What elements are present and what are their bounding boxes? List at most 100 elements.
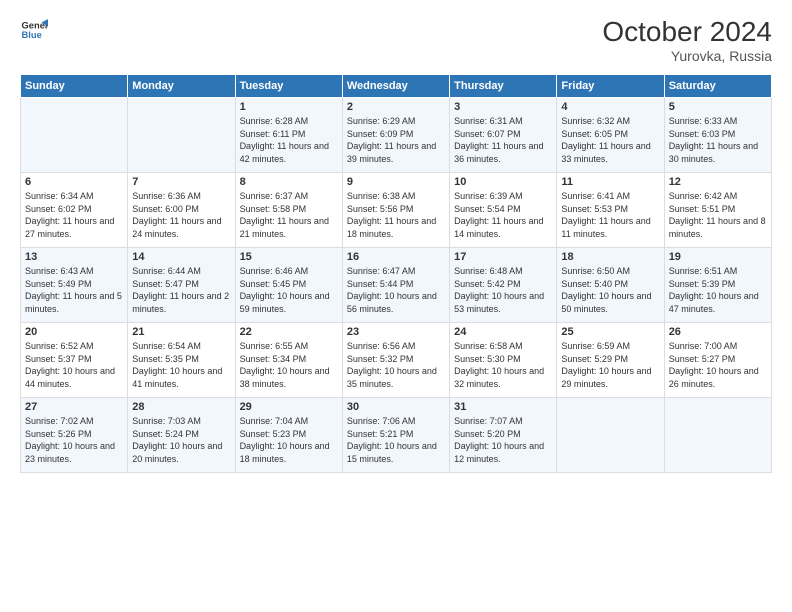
day-number: 30 [347, 401, 445, 413]
day-number: 1 [240, 101, 338, 113]
calendar-cell [128, 98, 235, 173]
calendar-cell: 19 Sunrise: 6:51 AM Sunset: 5:39 PM Dayli… [664, 248, 771, 323]
day-number: 8 [240, 176, 338, 188]
calendar-cell: 4Sunrise: 6:32 AM Sunset: 6:05 PM Daylig… [557, 98, 664, 173]
calendar-cell: 24Sunrise: 6:58 AM Sunset: 5:30 PM Dayli… [450, 323, 557, 398]
page-title: October 2024 [602, 16, 772, 48]
day-info: Sunrise: 7:03 AM Sunset: 5:24 PM Dayligh… [132, 415, 230, 465]
calendar-cell: 30 Sunrise: 7:06 AM Sunset: 5:21 PM Dayli… [342, 398, 449, 473]
calendar-cell: 5 Sunrise: 6:33 AM Sunset: 6:03 PM Daylig… [664, 98, 771, 173]
calendar-cell: 22 Sunrise: 6:55 AM Sunset: 5:34 PM Dayli… [235, 323, 342, 398]
day-number: 6 [25, 176, 123, 188]
calendar-cell: 12 Sunrise: 6:42 AM Sunset: 5:51 PM Dayli… [664, 173, 771, 248]
day-number: 7 [132, 176, 230, 188]
calendar-cell: 9 Sunrise: 6:38 AM Sunset: 5:56 PM Daylig… [342, 173, 449, 248]
weekday-header-row: SundayMondayTuesdayWednesdayThursdayFrid… [21, 75, 772, 98]
day-info: Sunrise: 6:59 AM Sunset: 5:29 PM Dayligh… [561, 340, 659, 390]
day-number: 19 [669, 251, 767, 263]
day-number: 29 [240, 401, 338, 413]
calendar-cell [21, 98, 128, 173]
calendar-week-row: 20 Sunrise: 6:52 AM Sunset: 5:37 PM Dayli… [21, 323, 772, 398]
day-info: Sunrise: 6:36 AM Sunset: 6:00 PM Dayligh… [132, 190, 230, 240]
day-info: Sunrise: 7:02 AM Sunset: 5:26 PM Dayligh… [25, 415, 123, 465]
day-number: 20 [25, 326, 123, 338]
page: General Blue October 2024 Yurovka, Russi… [0, 0, 792, 612]
day-number: 14 [132, 251, 230, 263]
day-info: Sunrise: 6:31 AM Sunset: 6:07 PM Dayligh… [454, 115, 552, 165]
weekday-header: Thursday [450, 75, 557, 98]
calendar-cell: 31 Sunrise: 7:07 AM Sunset: 5:20 PM Dayli… [450, 398, 557, 473]
day-info: Sunrise: 6:52 AM Sunset: 5:37 PM Dayligh… [25, 340, 123, 390]
day-number: 13 [25, 251, 123, 263]
day-info: Sunrise: 7:06 AM Sunset: 5:21 PM Dayligh… [347, 415, 445, 465]
calendar-cell: 1 Sunrise: 6:28 AM Sunset: 6:11 PM Daylig… [235, 98, 342, 173]
calendar-cell: 17Sunrise: 6:48 AM Sunset: 5:42 PM Dayli… [450, 248, 557, 323]
weekday-header: Tuesday [235, 75, 342, 98]
day-number: 21 [132, 326, 230, 338]
svg-text:Blue: Blue [22, 30, 42, 40]
day-number: 27 [25, 401, 123, 413]
calendar-week-row: 13 Sunrise: 6:43 AM Sunset: 5:49 PM Dayli… [21, 248, 772, 323]
calendar-cell: 15Sunrise: 6:46 AM Sunset: 5:45 PM Dayli… [235, 248, 342, 323]
day-info: Sunrise: 6:44 AM Sunset: 5:47 PM Dayligh… [132, 265, 230, 315]
page-subtitle: Yurovka, Russia [602, 48, 772, 64]
day-number: 10 [454, 176, 552, 188]
day-info: Sunrise: 6:43 AM Sunset: 5:49 PM Dayligh… [25, 265, 123, 315]
day-number: 23 [347, 326, 445, 338]
day-info: Sunrise: 6:33 AM Sunset: 6:03 PM Dayligh… [669, 115, 767, 165]
day-number: 4 [561, 101, 659, 113]
calendar-cell: 3 Sunrise: 6:31 AM Sunset: 6:07 PM Daylig… [450, 98, 557, 173]
day-info: Sunrise: 7:07 AM Sunset: 5:20 PM Dayligh… [454, 415, 552, 465]
day-number: 18 [561, 251, 659, 263]
day-info: Sunrise: 6:46 AM Sunset: 5:45 PM Dayligh… [240, 265, 338, 315]
day-info: Sunrise: 7:00 AM Sunset: 5:27 PM Dayligh… [669, 340, 767, 390]
calendar-cell: 13 Sunrise: 6:43 AM Sunset: 5:49 PM Dayli… [21, 248, 128, 323]
calendar-cell: 6 Sunrise: 6:34 AM Sunset: 6:02 PM Daylig… [21, 173, 128, 248]
calendar-cell: 11Sunrise: 6:41 AM Sunset: 5:53 PM Dayli… [557, 173, 664, 248]
day-number: 12 [669, 176, 767, 188]
day-info: Sunrise: 6:42 AM Sunset: 5:51 PM Dayligh… [669, 190, 767, 240]
day-number: 28 [132, 401, 230, 413]
logo: General Blue [20, 16, 48, 44]
calendar-cell: 25 Sunrise: 6:59 AM Sunset: 5:29 PM Dayli… [557, 323, 664, 398]
day-info: Sunrise: 6:55 AM Sunset: 5:34 PM Dayligh… [240, 340, 338, 390]
day-number: 2 [347, 101, 445, 113]
title-block: October 2024 Yurovka, Russia [602, 16, 772, 64]
calendar-cell: 14 Sunrise: 6:44 AM Sunset: 5:47 PM Dayli… [128, 248, 235, 323]
day-info: Sunrise: 6:29 AM Sunset: 6:09 PM Dayligh… [347, 115, 445, 165]
day-number: 22 [240, 326, 338, 338]
day-number: 31 [454, 401, 552, 413]
calendar-cell: 28 Sunrise: 7:03 AM Sunset: 5:24 PM Dayli… [128, 398, 235, 473]
calendar-week-row: 27 Sunrise: 7:02 AM Sunset: 5:26 PM Dayli… [21, 398, 772, 473]
calendar-cell: 8 Sunrise: 6:37 AM Sunset: 5:58 PM Daylig… [235, 173, 342, 248]
header: General Blue October 2024 Yurovka, Russi… [20, 16, 772, 64]
calendar-cell [557, 398, 664, 473]
day-info: Sunrise: 6:34 AM Sunset: 6:02 PM Dayligh… [25, 190, 123, 240]
day-number: 25 [561, 326, 659, 338]
weekday-header: Monday [128, 75, 235, 98]
calendar-cell: 29Sunrise: 7:04 AM Sunset: 5:23 PM Dayli… [235, 398, 342, 473]
day-info: Sunrise: 6:28 AM Sunset: 6:11 PM Dayligh… [240, 115, 338, 165]
day-info: Sunrise: 6:38 AM Sunset: 5:56 PM Dayligh… [347, 190, 445, 240]
logo-icon: General Blue [20, 16, 48, 44]
day-number: 5 [669, 101, 767, 113]
calendar-cell: 7 Sunrise: 6:36 AM Sunset: 6:00 PM Daylig… [128, 173, 235, 248]
day-info: Sunrise: 6:37 AM Sunset: 5:58 PM Dayligh… [240, 190, 338, 240]
calendar-table: SundayMondayTuesdayWednesdayThursdayFrid… [20, 74, 772, 473]
day-info: Sunrise: 6:56 AM Sunset: 5:32 PM Dayligh… [347, 340, 445, 390]
calendar-cell: 10 Sunrise: 6:39 AM Sunset: 5:54 PM Dayli… [450, 173, 557, 248]
weekday-header: Friday [557, 75, 664, 98]
calendar-cell [664, 398, 771, 473]
calendar-cell: 23 Sunrise: 6:56 AM Sunset: 5:32 PM Dayli… [342, 323, 449, 398]
calendar-cell: 21Sunrise: 6:54 AM Sunset: 5:35 PM Dayli… [128, 323, 235, 398]
day-info: Sunrise: 6:51 AM Sunset: 5:39 PM Dayligh… [669, 265, 767, 315]
day-number: 16 [347, 251, 445, 263]
day-info: Sunrise: 6:39 AM Sunset: 5:54 PM Dayligh… [454, 190, 552, 240]
day-info: Sunrise: 6:50 AM Sunset: 5:40 PM Dayligh… [561, 265, 659, 315]
day-number: 9 [347, 176, 445, 188]
calendar-cell: 18 Sunrise: 6:50 AM Sunset: 5:40 PM Dayli… [557, 248, 664, 323]
day-number: 3 [454, 101, 552, 113]
day-info: Sunrise: 6:58 AM Sunset: 5:30 PM Dayligh… [454, 340, 552, 390]
day-number: 17 [454, 251, 552, 263]
calendar-cell: 16Sunrise: 6:47 AM Sunset: 5:44 PM Dayli… [342, 248, 449, 323]
